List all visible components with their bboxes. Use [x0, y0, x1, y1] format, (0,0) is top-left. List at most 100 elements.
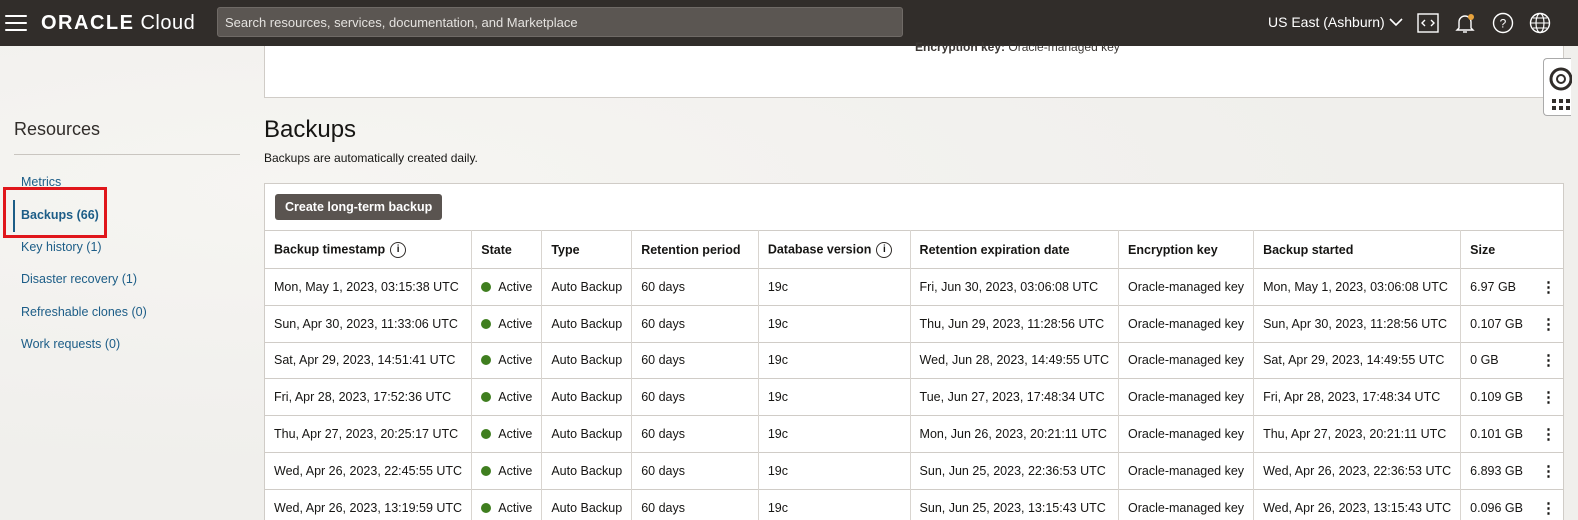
kebab-menu-icon[interactable]: ⋮ — [1541, 500, 1556, 517]
cell-state: Active — [471, 304, 543, 343]
info-icon[interactable]: i — [390, 241, 407, 258]
cell-retention-period-text: 60 days — [641, 353, 685, 368]
cell-backup-started: Thu, Apr 27, 2023, 20:21:11 UTC — [1253, 415, 1462, 453]
region-selector[interactable]: US East (Ashburn) — [1268, 14, 1403, 30]
cell-database-version-text: 19c — [767, 500, 788, 515]
cell-backup-started: Fri, Apr 28, 2023, 17:48:34 UTC — [1253, 378, 1462, 416]
cell-backup-started-text: Fri, Apr 28, 2023, 17:48:34 UTC — [1263, 390, 1441, 405]
cell-backup-started-text: Wed, Apr 26, 2023, 13:15:43 UTC — [1263, 500, 1452, 515]
cell-type: Auto Backup — [541, 378, 633, 416]
cell-retention-period: 60 days — [631, 415, 759, 453]
sidebar-item-refreshable-clones[interactable]: Refreshable clones (0) — [21, 305, 147, 319]
cell-state-text: Active — [498, 427, 533, 442]
sidebar-item-key-history[interactable]: Key history (1) — [21, 240, 102, 254]
cell-database-version-text: 19c — [767, 463, 788, 478]
col-backup-started[interactable]: Backup started — [1253, 230, 1462, 269]
kebab-menu-icon[interactable]: ⋮ — [1541, 426, 1556, 443]
logo-sub-text: Cloud — [140, 11, 196, 34]
top-navigation-bar: ORACLE Cloud Search resources, services, … — [0, 0, 1578, 46]
cell-retention-expiration-date: Tue, Jun 27, 2023, 17:48:34 UTC — [910, 378, 1120, 416]
cell-size: 6.893 GB — [1460, 451, 1532, 490]
table-row: Sun, Apr 30, 2023, 11:33:06 UTC Active Aut… — [265, 304, 1563, 343]
cell-retention-expiration-date-text: Thu, Jun 29, 2023, 11:28:56 UTC — [919, 316, 1105, 331]
col-retention-period[interactable]: Retention period — [631, 230, 759, 269]
cell-encryption-key-text: Oracle-managed key — [1128, 427, 1245, 442]
kebab-menu-icon[interactable]: ⋮ — [1541, 389, 1556, 406]
cell-backup-timestamp: Wed, Apr 26, 2023, 13:19:59 UTC — [265, 488, 473, 520]
resources-divider — [14, 154, 240, 155]
cell-retention-expiration-date-text: Fri, Jun 30, 2023, 03:06:08 UTC — [919, 279, 1099, 294]
cell-encryption-key: Oracle-managed key — [1118, 268, 1255, 306]
info-icon[interactable]: i — [876, 241, 893, 258]
create-long-term-backup-button[interactable]: Create long-term backup — [275, 194, 443, 220]
cell-state: Active — [471, 451, 543, 490]
search-input[interactable]: Search resources, services, documentatio… — [217, 7, 903, 37]
cell-state-text: Active — [498, 463, 533, 478]
help-icon[interactable]: ? — [1491, 11, 1515, 35]
cell-retention-period: 60 days — [631, 378, 759, 416]
cell-database-version: 19c — [758, 341, 911, 379]
highlight-annotation-box — [3, 187, 107, 238]
sidebar-item-work-requests[interactable]: Work requests (0) — [21, 337, 120, 351]
cell-state: Active — [471, 488, 543, 520]
active-status-dot-icon — [481, 355, 492, 366]
cell-retention-expiration-date: Wed, Jun 28, 2023, 14:49:55 UTC — [910, 341, 1120, 379]
row-actions-cell: ⋮ — [1531, 378, 1563, 416]
cell-backup-started-text: Mon, May 1, 2023, 03:06:08 UTC — [1263, 279, 1448, 294]
kebab-menu-icon[interactable]: ⋮ — [1541, 352, 1556, 369]
col-actions — [1531, 230, 1563, 269]
code-editor-icon[interactable] — [1416, 11, 1440, 35]
cell-database-version: 19c — [758, 268, 911, 306]
resources-heading: Resources — [14, 119, 101, 139]
cell-state-text: Active — [498, 390, 533, 405]
cell-state-text: Active — [498, 279, 533, 294]
cell-size: 0 GB — [1460, 341, 1532, 379]
cell-state-text: Active — [498, 500, 533, 515]
active-status-dot-icon — [481, 429, 492, 440]
cell-retention-expiration-date-text: Tue, Jun 27, 2023, 17:48:34 UTC — [919, 390, 1105, 405]
cell-type-text: Auto Backup — [551, 316, 623, 331]
cell-size-text: 0.107 GB — [1470, 316, 1523, 331]
table-row: Wed, Apr 26, 2023, 22:45:55 UTC Active Aut… — [265, 451, 1563, 490]
col-state[interactable]: State — [471, 230, 543, 269]
sidebar-item-disaster-recovery[interactable]: Disaster recovery (1) — [21, 272, 137, 286]
kebab-menu-icon[interactable]: ⋮ — [1541, 316, 1556, 333]
col-database-version[interactable]: Database version i — [758, 230, 911, 269]
cell-database-version: 19c — [758, 304, 911, 343]
col-type[interactable]: Type — [541, 230, 633, 269]
col-database-version-label: Database version — [767, 241, 872, 256]
cell-state: Active — [471, 415, 543, 453]
cell-backup-started-text: Thu, Apr 27, 2023, 20:21:11 UTC — [1263, 427, 1447, 442]
cell-state-text: Active — [498, 353, 533, 368]
backups-table: Backup timestamp i State Type Retention p… — [265, 230, 1563, 520]
col-backup-timestamp[interactable]: Backup timestamp i — [265, 230, 473, 269]
kebab-menu-icon[interactable]: ⋮ — [1541, 279, 1556, 296]
cell-retention-expiration-date: Thu, Jun 29, 2023, 11:28:56 UTC — [910, 304, 1120, 343]
cell-encryption-key: Oracle-managed key — [1118, 415, 1255, 453]
oracle-cloud-logo[interactable]: ORACLE Cloud — [41, 12, 195, 35]
cell-retention-expiration-date: Sun, Jun 25, 2023, 22:36:53 UTC — [910, 451, 1120, 490]
cell-retention-expiration-date: Sun, Jun 25, 2023, 13:15:43 UTC — [910, 488, 1120, 520]
cell-backup-timestamp-text: Sun, Apr 30, 2023, 11:33:06 UTC — [274, 316, 458, 331]
cell-database-version-text: 19c — [767, 427, 788, 442]
cell-size-text: 0.101 GB — [1470, 427, 1523, 442]
language-globe-icon[interactable] — [1528, 11, 1552, 35]
help-lifebuoy-widget[interactable] — [1543, 58, 1573, 116]
cell-size-text: 6.893 GB — [1470, 463, 1523, 478]
active-status-dot-icon — [481, 392, 492, 403]
cell-state: Active — [471, 268, 543, 306]
cell-size: 6.97 GB — [1460, 268, 1532, 306]
col-encryption-key[interactable]: Encryption key — [1118, 230, 1255, 269]
active-status-dot-icon — [481, 281, 492, 292]
notifications-bell-icon[interactable] — [1453, 11, 1477, 35]
cell-encryption-key: Oracle-managed key — [1118, 488, 1255, 520]
kebab-menu-icon[interactable]: ⋮ — [1541, 463, 1556, 480]
col-size[interactable]: Size — [1460, 230, 1532, 269]
cell-database-version: 19c — [758, 415, 911, 453]
row-actions-cell: ⋮ — [1531, 341, 1563, 379]
cell-type-text: Auto Backup — [551, 500, 623, 515]
active-status-dot-icon — [481, 465, 492, 476]
hamburger-menu-icon[interactable] — [5, 15, 27, 31]
col-retention-expiration-date[interactable]: Retention expiration date — [910, 230, 1120, 269]
cell-backup-started-text: Sat, Apr 29, 2023, 14:49:55 UTC — [1263, 353, 1445, 368]
